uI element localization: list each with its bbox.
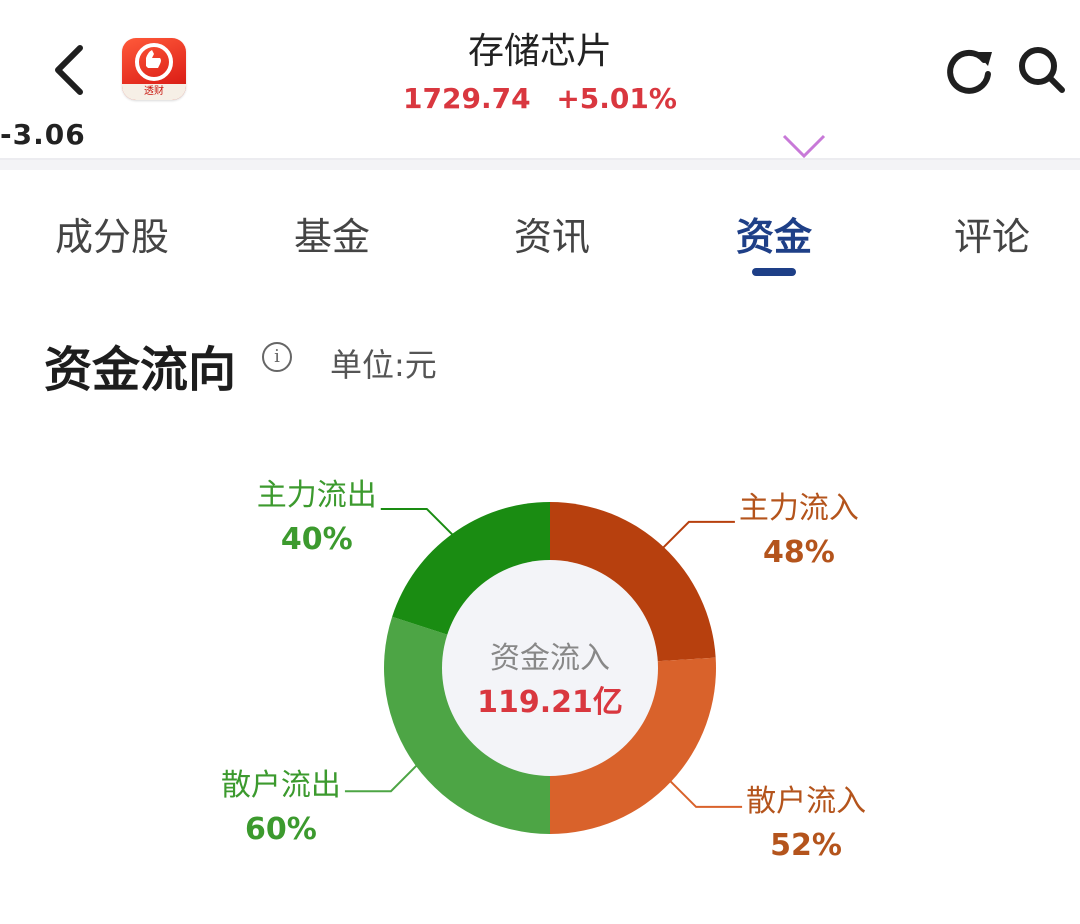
tab-constituents[interactable]: 成分股 [12,206,212,261]
index-price: 1729.74 [403,82,531,115]
tab-comments[interactable]: 评论 [892,206,1080,261]
label-retail-outflow-pct: 60% [245,812,317,847]
slice-retail-outflow-leader [344,762,420,793]
slice-main-inflow-leader [660,520,735,551]
app-header: 透财 存储芯片 1729.74 +5.01% -3.06 [0,0,1080,160]
center-value: 119.21亿 [477,685,623,720]
refresh-icon[interactable] [942,44,998,96]
active-tab-indicator [752,268,796,276]
index-change: +5.01% [556,82,677,115]
label-main-outflow: 主力流出 [257,478,377,513]
label-main-inflow-pct: 48% [763,535,835,570]
slice-main-outflow-leader [380,507,456,538]
capital-flow-donut-chart: 资金流入 119.21亿 主力流入 48% 散户流入 52% 散户流出 60% 主力流出 40… [221,478,866,863]
partial-chart-value: -3.06 [0,118,86,151]
search-icon[interactable] [1014,44,1070,96]
label-retail-outflow: 散户流出 [221,768,341,803]
tab-funds[interactable]: 基金 [232,206,432,261]
label-main-outflow-pct: 40% [281,522,353,557]
label-retail-inflow: 散户流入 [746,784,866,819]
tab-capital[interactable]: 资金 [674,206,874,261]
tab-bar: 成分股 基金 资讯 资金 评论 [0,170,1080,280]
info-circle-icon[interactable]: i [262,342,292,372]
slice-retail-inflow-leader [667,778,743,808]
index-quote: 1729.74 +5.01% [0,82,1080,115]
chevron-down-icon[interactable] [780,132,828,160]
tab-news[interactable]: 资讯 [452,206,652,261]
label-main-inflow: 主力流入 [739,491,859,526]
page-title: 存储芯片 [467,31,612,72]
label-retail-inflow-pct: 52% [770,828,842,863]
section-title: 资金流向 [44,342,237,398]
center-label: 资金流入 [490,641,610,676]
unit-label: 单位:元 [330,346,437,384]
divider-band [0,160,1080,170]
